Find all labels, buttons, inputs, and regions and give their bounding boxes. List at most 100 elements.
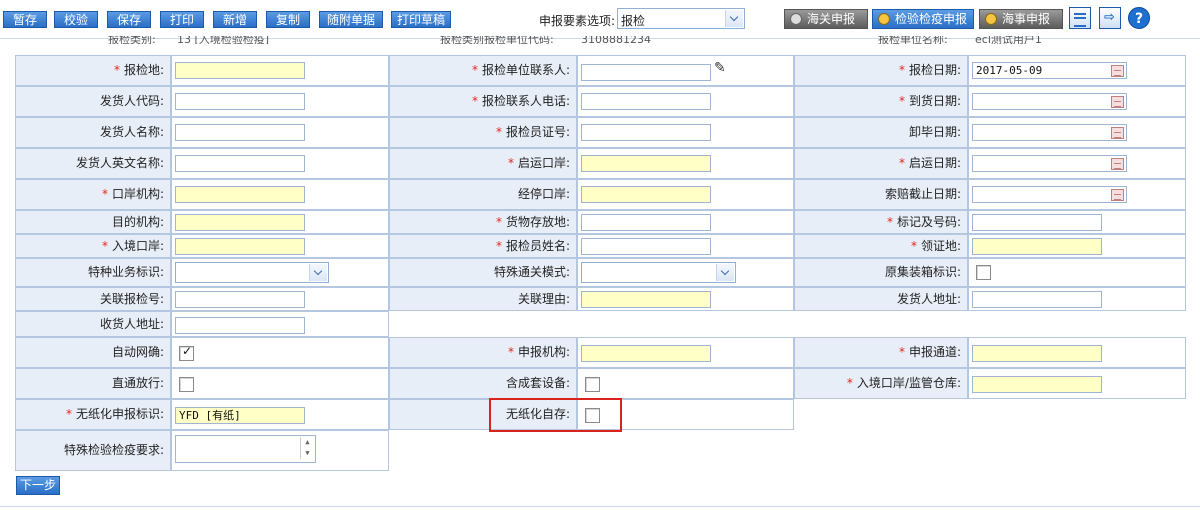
- form-row: * 入境口岸: * 报检员姓名: * 领证地:: [15, 234, 1186, 258]
- field-label: * 领证地:: [794, 234, 968, 258]
- field-cell: [577, 258, 794, 287]
- chevron-down-icon[interactable]: [725, 10, 743, 27]
- storage-place-input[interactable]: [581, 214, 711, 231]
- attached-docs-button[interactable]: 随附单据: [319, 11, 383, 28]
- shipper-name-input[interactable]: [175, 124, 305, 141]
- exit-button[interactable]: ⇨: [1099, 7, 1121, 29]
- customs-declare-button[interactable]: 海关申报: [784, 9, 868, 29]
- field-cell: [171, 258, 389, 287]
- entry-warehouse-input[interactable]: [972, 376, 1102, 393]
- auto-net-checkbox[interactable]: [179, 344, 194, 361]
- scroll-up-icon[interactable]: ▲: [301, 437, 314, 448]
- departure-date-input[interactable]: [972, 155, 1127, 172]
- field-label: * 报检地:: [15, 55, 171, 86]
- via-port-input[interactable]: [581, 186, 711, 203]
- shipper-en-name-input[interactable]: [175, 155, 305, 172]
- copy-button[interactable]: 复制: [266, 11, 310, 28]
- arrival-date-input[interactable]: [972, 93, 1127, 110]
- field-label: 自动网确:: [15, 337, 171, 368]
- partial-label-2: 报检类别报检单位代码:: [440, 36, 554, 44]
- temp-save-button[interactable]: 暂存: [3, 11, 47, 28]
- related-reason-input[interactable]: [581, 291, 711, 308]
- inspection-date-input[interactable]: 2017-05-09: [972, 62, 1127, 79]
- direct-release-checkbox[interactable]: [179, 377, 194, 392]
- form-row: 自动网确: *申报机构: *申报通道:: [15, 337, 1186, 368]
- field-cell: [577, 234, 794, 258]
- form-row: * 口岸机构: 经停口岸: 索赔截止日期:: [15, 179, 1186, 210]
- unload-date-input[interactable]: [972, 124, 1127, 141]
- complete-set-checkbox[interactable]: [585, 377, 600, 392]
- contact-phone-input[interactable]: [581, 93, 711, 110]
- exit-icon: ⇨: [1104, 10, 1115, 25]
- declaration-option-select[interactable]: 报检: [617, 8, 745, 29]
- declare-agency-input[interactable]: [581, 345, 711, 362]
- help-button[interactable]: ?: [1128, 7, 1150, 29]
- bottom-border: [0, 506, 1200, 507]
- port-agency-input[interactable]: [175, 186, 305, 203]
- save-button[interactable]: 保存: [107, 11, 151, 28]
- field-cell: YFD [有纸]: [171, 399, 389, 430]
- field-label: 特殊检验检疫要求:: [15, 430, 171, 471]
- paperless-flag-input[interactable]: YFD [有纸]: [175, 407, 305, 424]
- declaration-option-label: 申报要素选项:: [539, 14, 616, 28]
- field-cell: [171, 55, 389, 86]
- consignee-address-input[interactable]: [175, 317, 305, 334]
- field-label: * 货物存放地:: [389, 210, 577, 234]
- partial-value-3: ecl测试用户1: [975, 36, 1042, 44]
- claim-deadline-input[interactable]: [972, 186, 1127, 203]
- field-cell: [968, 234, 1186, 258]
- chevron-down-icon[interactable]: [716, 264, 734, 281]
- print-draft-button[interactable]: 打印草稿: [391, 11, 451, 28]
- customs-declare-label: 海关申报: [807, 12, 856, 26]
- calendar-icon[interactable]: [1111, 189, 1124, 201]
- ciq-declare-button[interactable]: 检验检疫申报: [872, 9, 974, 29]
- form-row: 特种业务标识: 特殊通关模式: 原集装箱标识:: [15, 258, 1186, 287]
- field-label: * 入境口岸:: [15, 234, 171, 258]
- dest-agency-input[interactable]: [175, 214, 305, 231]
- field-cell: [577, 86, 794, 117]
- inspection-place-input[interactable]: [175, 62, 305, 79]
- ciq-declare-label: 检验检疫申报: [895, 12, 968, 26]
- declare-channel-input[interactable]: [972, 345, 1102, 362]
- calendar-icon[interactable]: [1111, 65, 1124, 77]
- field-cell: [577, 287, 794, 311]
- inspector-cert-input[interactable]: [581, 124, 711, 141]
- chevron-down-icon[interactable]: [309, 264, 327, 281]
- calendar-icon[interactable]: [1111, 96, 1124, 108]
- textarea-scrollbar[interactable]: ▲ ▼: [300, 437, 314, 459]
- shipper-code-input[interactable]: [175, 93, 305, 110]
- new-button[interactable]: 新增: [213, 11, 257, 28]
- shipper-address-input[interactable]: [972, 291, 1102, 308]
- maritime-declare-button[interactable]: 海事申报: [979, 9, 1063, 29]
- special-business-select[interactable]: [175, 262, 329, 283]
- field-label: 含成套设备:: [389, 368, 577, 399]
- marks-input[interactable]: [972, 214, 1102, 231]
- field-cell: [968, 179, 1186, 210]
- field-cell: ▲ ▼: [171, 430, 389, 471]
- validate-button[interactable]: 校验: [54, 11, 98, 28]
- menu-button[interactable]: [1069, 7, 1091, 29]
- departure-port-input[interactable]: [581, 155, 711, 172]
- scroll-down-icon[interactable]: ▼: [301, 448, 314, 459]
- field-cell: [171, 117, 389, 148]
- entry-port-input[interactable]: [175, 238, 305, 255]
- field-cell: [577, 179, 794, 210]
- inspector-name-input[interactable]: [581, 238, 711, 255]
- special-requirements-textarea[interactable]: ▲ ▼: [175, 435, 316, 463]
- related-no-input[interactable]: [175, 291, 305, 308]
- inspection-contact-input[interactable]: [581, 64, 711, 81]
- edit-icon[interactable]: ✎: [714, 61, 730, 75]
- form-row: 特殊检验检疫要求: ▲ ▼: [15, 430, 1186, 471]
- field-label: * 报检日期:: [794, 55, 968, 86]
- partial-label-3: 报检单位名称:: [878, 36, 948, 44]
- customs-icon: [790, 13, 802, 25]
- special-clearance-select[interactable]: [581, 262, 736, 283]
- cert-place-input[interactable]: [972, 238, 1102, 255]
- field-label: 发货人地址:: [794, 287, 968, 311]
- calendar-icon[interactable]: [1111, 158, 1124, 170]
- declaration-option-value: 报检: [621, 14, 646, 28]
- print-button[interactable]: 打印: [160, 11, 204, 28]
- container-flag-checkbox[interactable]: [976, 265, 991, 280]
- calendar-icon[interactable]: [1111, 127, 1124, 139]
- next-step-button[interactable]: 下一步: [16, 476, 60, 495]
